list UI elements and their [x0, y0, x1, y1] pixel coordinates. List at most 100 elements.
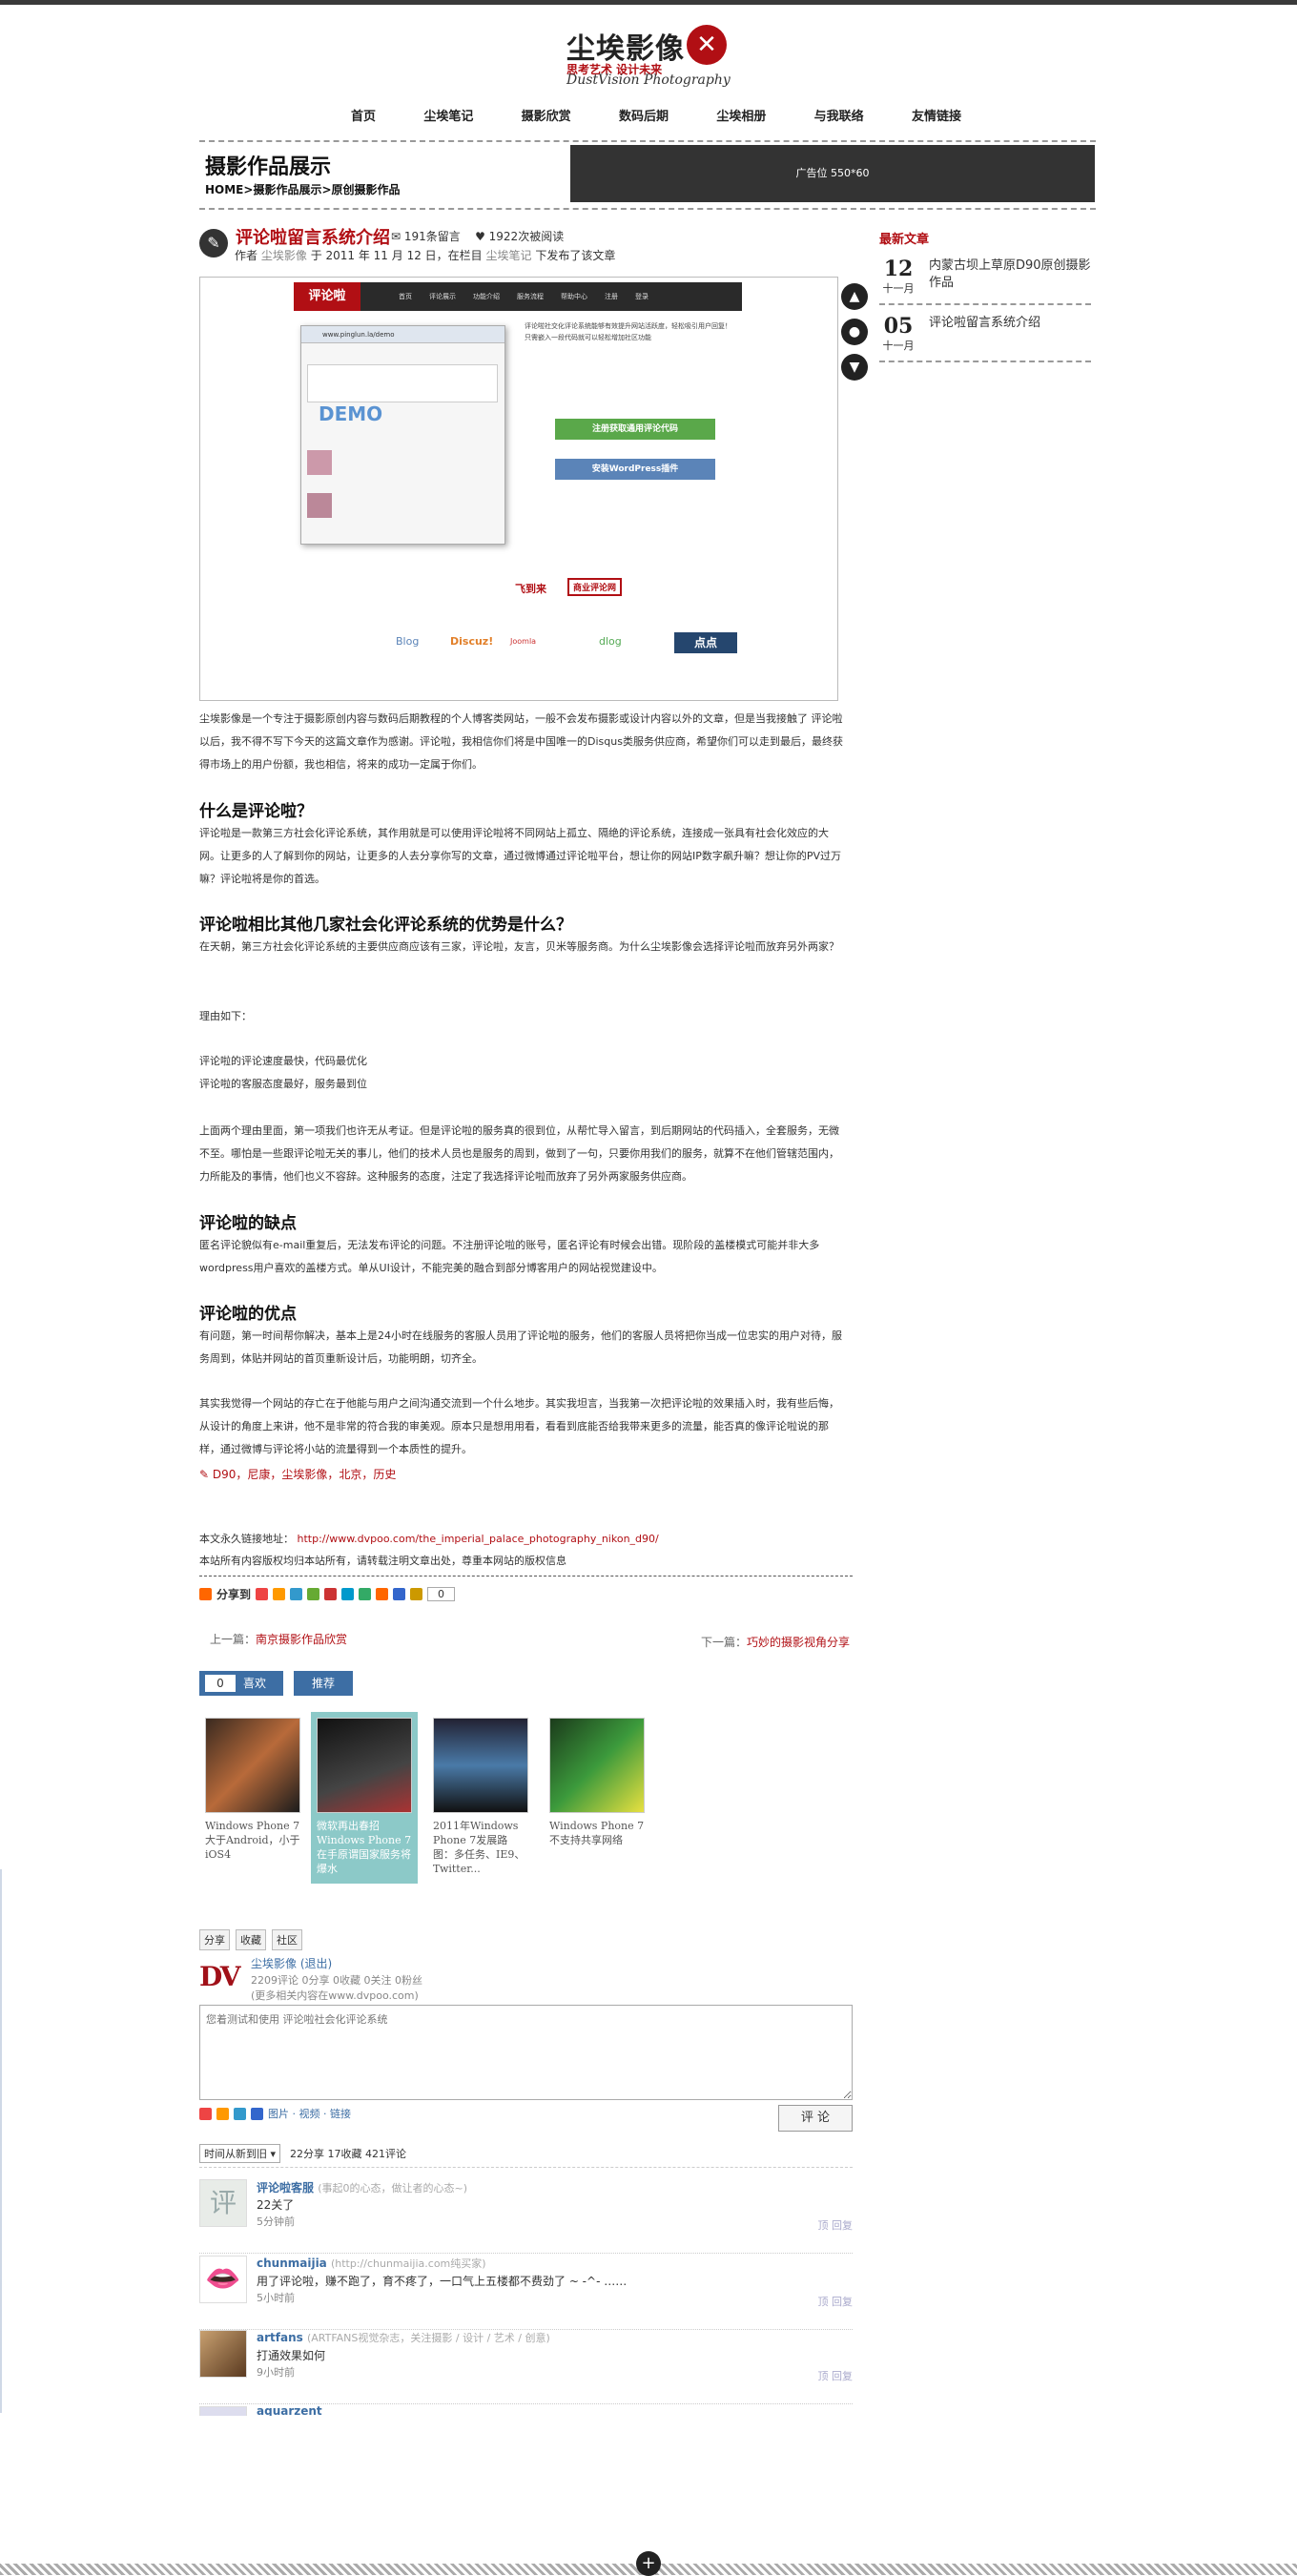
share-site-icon[interactable] — [410, 1588, 423, 1600]
share-site-icon[interactable] — [376, 1588, 389, 1600]
permalink: 本文永久链接地址： http://www.dvpoo.com/the_imper… — [199, 1531, 659, 1546]
demo-register-button: 注册获取通用评论代码 — [555, 419, 715, 440]
share-site-icon[interactable] — [256, 1588, 269, 1600]
logout-link[interactable]: (退出) — [300, 1957, 332, 1970]
commenter-name[interactable]: chunmaijia (http://chunmaijia.com纯买家) — [257, 2256, 486, 2271]
link-icon[interactable] — [234, 2107, 246, 2120]
demo-desc-line: 评论啦社交化评论系统能够有效提升网站活跃度，轻松吸引用户回复！ — [525, 322, 731, 330]
post-title[interactable]: 评论啦留言系统介绍 — [236, 224, 390, 249]
breadcrumb[interactable]: HOME>摄影作品展示>原创摄影作品 — [205, 181, 401, 197]
divider — [199, 1576, 853, 1577]
commenter-name[interactable]: artfans (ARTFANS视觉杂志，关注摄影 / 设计 / 艺术 / 创意… — [257, 2330, 550, 2345]
nav-home[interactable]: 首页 — [351, 106, 376, 125]
heading-what: 什么是评论啦？ — [199, 802, 313, 821]
sort-select[interactable]: 时间从新到旧 ▾ — [199, 2144, 281, 2163]
user-name-link[interactable]: 尘埃影像 — [251, 1957, 297, 1970]
nav-contact[interactable]: 与我联络 — [814, 106, 864, 125]
nav-album[interactable]: 尘埃相册 — [716, 106, 766, 125]
author-link[interactable]: 尘埃影像 — [261, 249, 307, 262]
left-edge-line — [0, 1869, 2, 2413]
commenter-name[interactable]: 评论啦客服 (事起0的心态，做让者的心态~) — [257, 2179, 467, 2195]
share-icon — [199, 1588, 212, 1600]
commenter-avatar[interactable] — [199, 2406, 247, 2416]
service-paragraph: 上面两个理由里面，第一项我们也许无从考证。但是评论啦的服务真的很到位，从帮忙导入… — [199, 1124, 839, 1183]
permalink-link[interactable]: http://www.dvpoo.com/the_imperial_palace… — [298, 1533, 659, 1545]
demo-textarea — [307, 364, 498, 402]
sort-value: 时间从新到旧 — [204, 2148, 267, 2160]
prev-label: 上一篇： — [210, 1633, 257, 1646]
permalink-label: 本文永久链接地址： — [199, 1533, 294, 1545]
demo-menu-item: 服务流程 — [517, 293, 544, 300]
share-site-icon[interactable] — [324, 1588, 338, 1600]
next-link[interactable]: 巧妙的摄影视角分享 — [747, 1636, 850, 1649]
nav-notes[interactable]: 尘埃笔记 — [423, 106, 473, 125]
commenter-avatar[interactable]: 👄 — [199, 2256, 247, 2303]
video-icon[interactable] — [251, 2107, 263, 2120]
like-button[interactable]: 0 喜欢 — [199, 1671, 283, 1696]
site-logo[interactable]: 尘埃影像 思考艺术 设计未来 DustVision Photography ✕ — [565, 25, 736, 92]
article-title[interactable]: 内蒙古坝上草原D90原创摄影作品 — [929, 258, 1091, 292]
comment-reply-button[interactable]: 顶 回复 — [818, 2217, 854, 2233]
related-post[interactable]: 微软再出春招Windows Phone 7在手原谓国家服务将爆水 — [311, 1712, 418, 1884]
comment-input[interactable] — [199, 2005, 853, 2100]
share-site-icon[interactable] — [273, 1588, 286, 1600]
related-post[interactable]: Windows Phone 7不支持共享网络 — [544, 1712, 650, 1884]
logo-english: DustVision Photography — [566, 72, 731, 88]
scroll-down-icon[interactable]: ▼ — [841, 354, 868, 381]
tool-labels[interactable]: 图片 · 视频 · 链接 — [268, 2106, 351, 2121]
expand-icon[interactable]: + — [636, 2551, 661, 2576]
nav-digital[interactable]: 数码后期 — [619, 106, 669, 125]
demo-menu: 首页 评论展示 功能介绍 服务流程 帮助中心 注册 登录 — [399, 282, 648, 311]
share-site-icon[interactable] — [290, 1588, 303, 1600]
sidebar-article[interactable]: 05 十一月 评论啦留言系统介绍 — [879, 313, 1091, 362]
related-post[interactable]: 2011年Windows Phone 7发展路图：多任务、IE9、Twitter… — [427, 1712, 534, 1884]
share-site-icon[interactable] — [393, 1588, 406, 1600]
image-icon[interactable] — [216, 2107, 229, 2120]
article-title[interactable]: 评论啦留言系统介绍 — [929, 315, 1040, 332]
what-paragraph: 评论啦是一款第三方社会化评论系统，其作用就是可以使用评论啦将不同网站上孤立、隔绝… — [199, 827, 842, 885]
comment-reply-button[interactable]: 顶 回复 — [818, 2294, 854, 2309]
commenter-avatar[interactable]: 评 — [199, 2179, 247, 2227]
ad-banner[interactable]: 广告位 550*60 — [570, 145, 1095, 202]
related-post[interactable]: Windows Phone 7大于Android，小于iOS4 — [199, 1712, 306, 1884]
share-site-icon[interactable] — [359, 1588, 372, 1600]
nav-photo[interactable]: 摄影欣赏 — [522, 106, 571, 125]
prev-post: 上一篇：南京摄影作品欣赏 — [210, 1631, 347, 1647]
reason-2: 评论啦的客服态度最好，服务最到位 — [199, 1078, 367, 1090]
emoji-icon[interactable] — [199, 2107, 212, 2120]
demo-url: www.pinglun.la/demo — [301, 326, 504, 343]
comment-count[interactable]: 191条留言 — [404, 230, 461, 243]
commenter-name-text: artfans — [257, 2331, 303, 2344]
reason-label: 理由如下： — [199, 1010, 252, 1022]
share-button[interactable]: 分享 — [199, 1929, 230, 1950]
commenter-name[interactable]: aquarzent — [257, 2406, 322, 2416]
recommend-button[interactable]: 推荐 — [294, 1671, 353, 1696]
demo-brand: 评论啦 — [294, 282, 360, 311]
comment-bubble-icon[interactable]: ● — [841, 319, 868, 345]
user-sync: (更多相关内容在www.dvpoo.com) — [251, 1989, 419, 2002]
next-label: 下一篇： — [701, 1636, 748, 1649]
prev-link[interactable]: 南京摄影作品欣赏 — [256, 1633, 347, 1646]
commenter-avatar[interactable] — [199, 2330, 247, 2378]
sidebar-article[interactable]: 12 十一月 内蒙古坝上草原D90原创摄影作品 — [879, 256, 1091, 305]
comment-summary: 22分享 17收藏 421评论 — [290, 2148, 407, 2160]
share-site-icon[interactable] — [307, 1588, 320, 1600]
comment-text: 用了评论啦，赚不跑了，育不疼了，一口气上五楼都不费劲了 ~ -^- …… — [257, 2275, 628, 2288]
nav-links[interactable]: 友情链接 — [912, 106, 961, 125]
related-title: 微软再出春招Windows Phone 7在手原谓国家服务将爆水 — [317, 1820, 412, 1875]
favorite-button[interactable]: 收藏 — [236, 1929, 266, 1950]
submit-comment-button[interactable]: 评 论 — [778, 2105, 853, 2132]
heading-advantage: 评论啦相比其他几家社会化评论系统的优势是什么？ — [199, 916, 572, 935]
intro-paragraph: 尘埃影像是一个专注于摄影原创内容与数码后期教程的个人博客类网站，一般不会发布摄影… — [199, 712, 843, 771]
tag-list[interactable]: D90，尼康，尘埃影像，北京，历史 — [213, 1468, 397, 1481]
advantage-paragraph: 在天朝，第三方社会化评论系统的主要供应商应该有三家，评论啦，友言，贝米等服务商。… — [199, 940, 839, 953]
tag-icon: ✎ — [199, 1468, 210, 1481]
post-date: 于 2011 年 11 月 12 日，在栏目 — [310, 249, 483, 262]
community-button[interactable]: 社区 — [272, 1929, 302, 1950]
share-site-icon[interactable] — [341, 1588, 355, 1600]
article-month: 十一月 — [882, 282, 915, 295]
share-count: 0 — [427, 1587, 456, 1601]
comment-reply-button[interactable]: 顶 回复 — [818, 2368, 854, 2383]
category-link[interactable]: 尘埃笔记 — [485, 249, 531, 262]
scroll-up-icon[interactable]: ▲ — [841, 283, 868, 310]
